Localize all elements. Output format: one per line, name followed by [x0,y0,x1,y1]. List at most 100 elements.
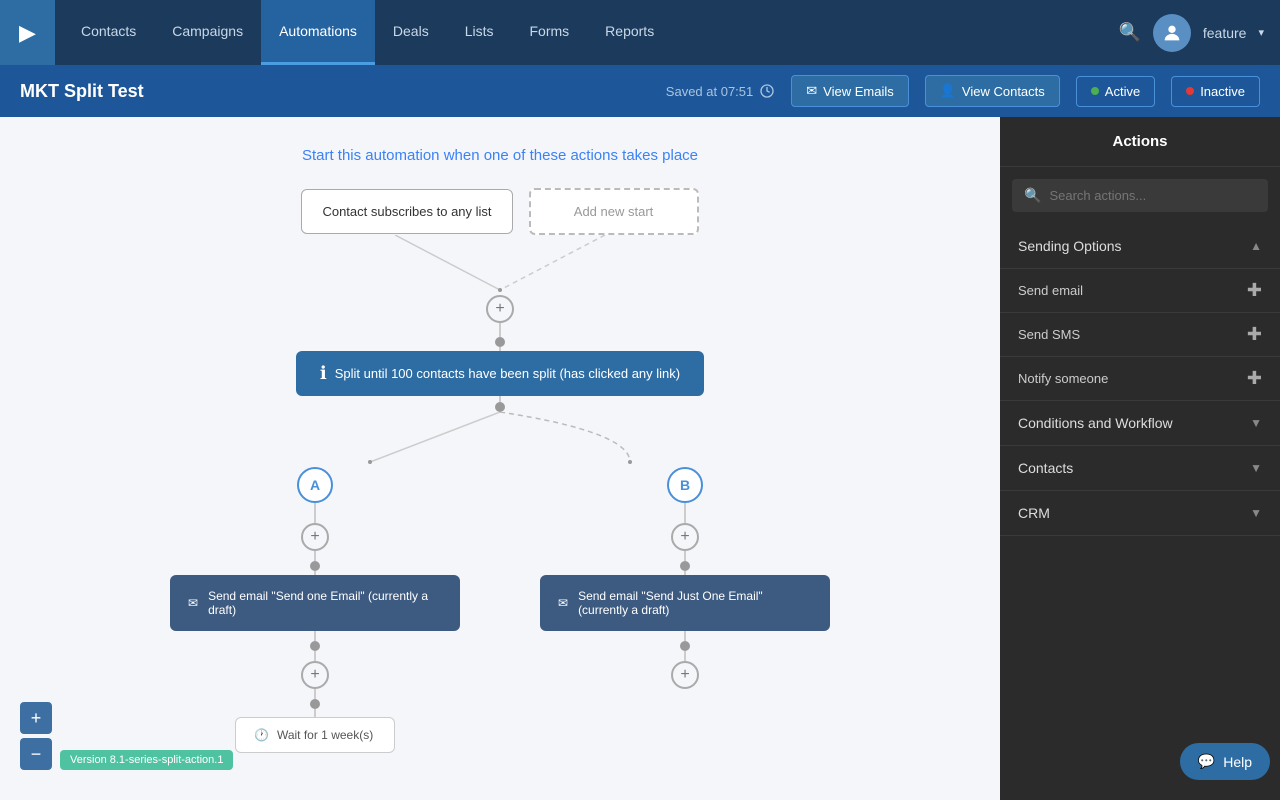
branch-b-label: B [667,467,703,503]
nav-right: 🔍 feature ▾ [1118,14,1264,52]
v-line-a2 [314,551,316,561]
converging-lines-svg [250,235,750,295]
connector-dot-b2 [680,641,690,651]
main-layout: Start this automation when one of these … [0,117,1280,800]
connector-dot-a3 [310,699,320,709]
chevron-down-icon-conditions: ▼ [1250,416,1262,430]
contacts-icon: 👤 [940,83,956,99]
clock-icon: 🕐 [254,728,269,742]
zoom-out-button[interactable]: − [20,738,52,770]
nav-logo[interactable]: ▶ [0,0,55,65]
view-emails-button[interactable]: ✉ View Emails [791,75,908,107]
nav-user[interactable]: feature [1203,25,1247,41]
sidebar-section-contacts: Contacts ▼ [1000,446,1280,491]
connector-dot-1 [495,337,505,347]
add-icon-send-sms: ✚ [1247,324,1262,345]
email-icon-a: ✉ [188,596,198,610]
add-icon-notify: ✚ [1247,368,1262,389]
v-line-a5 [314,651,316,661]
sub-header: MKT Split Test Saved at 07:51 ✉ View Ema… [0,65,1280,117]
sidebar-section-conditions-header[interactable]: Conditions and Workflow ▼ [1000,401,1280,445]
sidebar-item-send-email[interactable]: Send email ✚ [1000,268,1280,312]
sidebar-section-sending: Sending Options ▲ Send email ✚ Send SMS … [1000,224,1280,401]
help-container: 💬 Help [1000,760,1280,800]
page-title: MKT Split Test [20,81,650,102]
trigger-node-subscribe[interactable]: Contact subscribes to any list [301,189,512,234]
wait-node-a[interactable]: 🕐 Wait for 1 week(s) [235,717,395,753]
sidebar: Actions 🔍 Sending Options ▲ Send email ✚… [1000,117,1280,800]
sidebar-item-notify[interactable]: Notify someone ✚ [1000,356,1280,400]
sidebar-header: Actions [1000,117,1280,167]
v-line-b1 [684,503,686,523]
add-button-a[interactable]: + [301,523,329,551]
nav-item-reports[interactable]: Reports [587,0,672,65]
v-line-a7 [314,709,316,717]
connector-dot-a2 [310,641,320,651]
nav-user-chevron: ▾ [1258,26,1264,39]
trigger-row: Contact subscribes to any list Add new s… [301,188,698,235]
sidebar-section-contacts-header[interactable]: Contacts ▼ [1000,446,1280,490]
v-line-b5 [684,651,686,661]
branch-b: B + ✉ Send email "Send Just One Email" (… [540,467,830,689]
sidebar-item-send-sms[interactable]: Send SMS ✚ [1000,312,1280,356]
nav-item-automations[interactable]: Automations [261,0,375,65]
logo-arrow-icon: ▶ [19,20,36,46]
nav-item-lists[interactable]: Lists [447,0,512,65]
email-icon: ✉ [806,83,817,99]
start-text: Start this automation when one of these … [30,147,970,164]
add-start-node[interactable]: Add new start [529,188,699,235]
add-button-a2[interactable]: + [301,661,329,689]
search-icon[interactable]: 🔍 [1118,22,1140,43]
split-icon: ℹ [320,363,327,384]
v-line-a1 [314,503,316,523]
sidebar-search-container[interactable]: 🔍 [1012,179,1268,212]
flow-container: Contact subscribes to any list Add new s… [30,188,970,753]
chevron-up-icon: ▲ [1250,239,1262,253]
saved-indicator: Saved at 07:51 [666,83,775,99]
branches-container: A + ✉ Send email "Send one Email" (curre… [170,467,830,753]
zoom-controls: + − [20,702,52,770]
nav-items: Contacts Campaigns Automations Deals Lis… [63,0,1118,65]
v-line-b2 [684,551,686,561]
help-chat-icon: 💬 [1198,753,1215,770]
add-button-b2[interactable]: + [671,661,699,689]
branch-a: A + ✉ Send email "Send one Email" (curre… [170,467,460,753]
v-line-a4 [314,631,316,641]
inactive-dot-icon [1186,87,1194,95]
connector-dot-b [680,561,690,571]
search-icon-sidebar: 🔍 [1024,187,1041,204]
sidebar-section-sending-header[interactable]: Sending Options ▲ [1000,224,1280,268]
view-contacts-button[interactable]: 👤 View Contacts [925,75,1060,107]
top-nav: ▶ Contacts Campaigns Automations Deals L… [0,0,1280,65]
zoom-in-button[interactable]: + [20,702,52,734]
add-button-b[interactable]: + [671,523,699,551]
connector-dot-2 [495,402,505,412]
branch-a-label: A [297,467,333,503]
active-dot-icon [1091,87,1099,95]
sidebar-section-crm-header[interactable]: CRM ▼ [1000,491,1280,535]
version-badge: Version 8.1-series-split-action.1 [60,750,233,770]
v-line-b4 [684,631,686,641]
inactive-button[interactable]: Inactive [1171,76,1260,107]
v-line-a6 [314,689,316,699]
nav-item-forms[interactable]: Forms [512,0,588,65]
branch-lines-svg [250,412,750,467]
split-node[interactable]: ℹ Split until 100 contacts have been spl… [296,351,704,396]
avatar[interactable] [1153,14,1191,52]
canvas: Start this automation when one of these … [0,117,1000,800]
active-button[interactable]: Active [1076,76,1155,107]
search-input[interactable] [1049,188,1256,203]
nav-item-contacts[interactable]: Contacts [63,0,154,65]
sidebar-section-conditions: Conditions and Workflow ▼ [1000,401,1280,446]
chevron-down-icon-crm: ▼ [1250,506,1262,520]
nav-item-deals[interactable]: Deals [375,0,447,65]
chevron-down-icon-contacts: ▼ [1250,461,1262,475]
add-icon-send-email: ✚ [1247,280,1262,301]
email-icon-b: ✉ [558,596,568,610]
v-line-1 [499,323,501,337]
help-button[interactable]: 💬 Help [1180,743,1270,780]
nav-item-campaigns[interactable]: Campaigns [154,0,261,65]
email-node-b[interactable]: ✉ Send email "Send Just One Email" (curr… [540,575,830,631]
add-button-top[interactable]: + [486,295,514,323]
email-node-a[interactable]: ✉ Send email "Send one Email" (currently… [170,575,460,631]
